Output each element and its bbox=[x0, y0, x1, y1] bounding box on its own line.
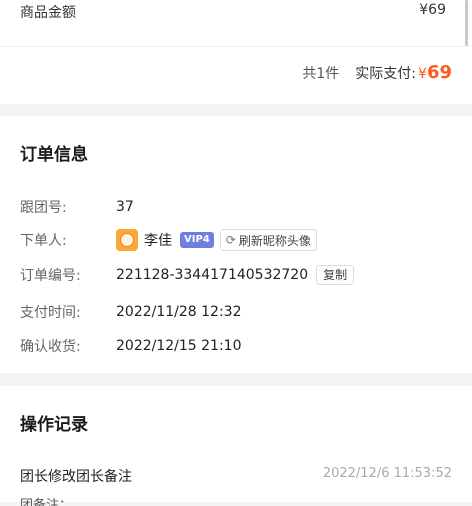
avatar bbox=[116, 229, 138, 251]
order-info-card: 订单信息 跟团号: 37 下单人: 李佳 VIP4 ⟳ 刷新昵称头像 订单编号:… bbox=[0, 116, 472, 373]
confirm-receipt-row: 确认收货: 2022/12/15 21:10 bbox=[20, 335, 242, 357]
orderer-label: 下单人: bbox=[20, 233, 67, 249]
pay-time-value: 2022/11/28 12:32 bbox=[116, 304, 242, 320]
order-number-row: 订单编号: 221128-334417140532720 复制 bbox=[20, 264, 355, 286]
copy-button[interactable]: 复制 bbox=[316, 265, 355, 285]
orderer-name: 李佳 bbox=[144, 233, 172, 249]
avatar-face-icon bbox=[120, 233, 134, 247]
confirm-receipt-label: 确认收货: bbox=[20, 339, 81, 355]
order-info-title: 订单信息 bbox=[20, 145, 88, 165]
operation-record-time: 2022/12/6 11:53:52 bbox=[322, 466, 452, 481]
actual-payment-currency: ¥ bbox=[418, 66, 427, 82]
refresh-icon: ⟳ bbox=[225, 233, 236, 247]
vip-badge: VIP4 bbox=[180, 232, 214, 248]
group-number-row: 跟团号: 37 bbox=[20, 196, 134, 218]
amount-card: 商品金额 ¥69 共1件 实际支付: ¥ 69 bbox=[0, 0, 472, 104]
amount-value: ¥69 bbox=[419, 2, 446, 18]
item-count: 共1件 bbox=[302, 66, 340, 82]
pay-time-row: 支付时间: 2022/11/28 12:32 bbox=[20, 301, 242, 323]
operation-record-item[interactable]: 团长修改团长备注 2022/12/6 11:53:52 bbox=[20, 466, 452, 488]
refresh-button-label: 刷新昵称头像 bbox=[238, 233, 311, 248]
operation-records-card: 操作记录 团长修改团长备注 2022/12/6 11:53:52 团备注：...… bbox=[0, 386, 472, 506]
refresh-nickname-avatar-button[interactable]: ⟳ 刷新昵称头像 bbox=[219, 229, 317, 251]
orderer-row: 下单人: 李佳 VIP4 ⟳ 刷新昵称头像 bbox=[20, 229, 317, 251]
payment-summary: 共1件 实际支付: ¥ 69 bbox=[302, 62, 452, 86]
order-number-value: 221128-334417140532720 bbox=[116, 267, 309, 283]
scrollbar-thumb[interactable] bbox=[465, 0, 468, 46]
actual-payment-amount: 69 bbox=[426, 62, 452, 83]
operation-records-title: 操作记录 bbox=[20, 415, 88, 435]
confirm-receipt-value: 2022/12/15 21:10 bbox=[116, 338, 242, 354]
amount-label: 商品金额 bbox=[20, 5, 76, 21]
group-number-value: 37 bbox=[116, 199, 134, 215]
operation-record-note: 团备注：...... bbox=[20, 498, 97, 506]
amount-row: 商品金额 ¥69 bbox=[20, 2, 452, 24]
divider bbox=[0, 46, 472, 47]
pay-time-label: 支付时间: bbox=[20, 305, 81, 321]
operation-record-title: 团长修改团长备注 bbox=[20, 469, 132, 485]
actual-payment-label: 实际支付: bbox=[355, 66, 417, 82]
order-number-label: 订单编号: bbox=[20, 268, 81, 284]
group-number-label: 跟团号: bbox=[20, 200, 67, 216]
